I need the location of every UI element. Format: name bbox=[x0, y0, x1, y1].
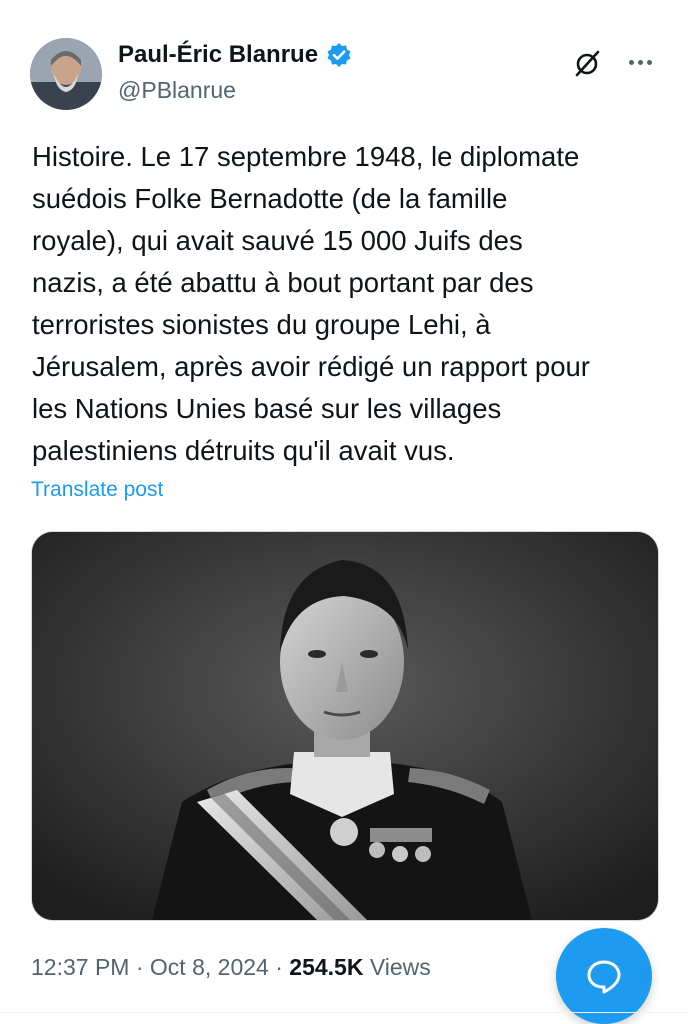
avatar[interactable] bbox=[30, 38, 102, 110]
more-options-icon[interactable] bbox=[622, 46, 658, 78]
post-image[interactable] bbox=[31, 531, 659, 921]
views-label: Views bbox=[369, 954, 431, 980]
author-name[interactable]: Paul-Éric Blanrue bbox=[118, 40, 318, 70]
grok-icon[interactable] bbox=[568, 44, 606, 82]
meta-separator: · bbox=[135, 954, 144, 980]
post-date[interactable]: Oct 8, 2024 bbox=[150, 954, 269, 980]
post-author: Paul-Éric Blanrue @PBlanrue bbox=[118, 40, 352, 104]
more-dot bbox=[646, 59, 652, 65]
portrait-photo bbox=[32, 532, 658, 920]
post-time[interactable]: 12:37 PM bbox=[31, 954, 129, 980]
meta-separator: · bbox=[275, 954, 283, 980]
views-count[interactable]: 254.5K bbox=[289, 954, 363, 980]
post-text: Histoire. Le 17 septembre 1948, le diplo… bbox=[32, 141, 590, 466]
translate-post-link[interactable]: Translate post bbox=[31, 478, 163, 502]
post-meta: 12:37 PM · Oct 8, 2024 · 254.5K Views bbox=[31, 954, 431, 981]
reply-compose-button[interactable] bbox=[556, 928, 652, 1024]
reply-compose-icon bbox=[587, 960, 621, 994]
more-dot bbox=[637, 59, 643, 65]
author-handle[interactable]: @PBlanrue bbox=[118, 76, 352, 104]
avatar-image bbox=[30, 38, 102, 110]
more-dot bbox=[628, 59, 634, 65]
divider bbox=[0, 1012, 688, 1013]
verified-badge-icon[interactable] bbox=[326, 42, 352, 68]
